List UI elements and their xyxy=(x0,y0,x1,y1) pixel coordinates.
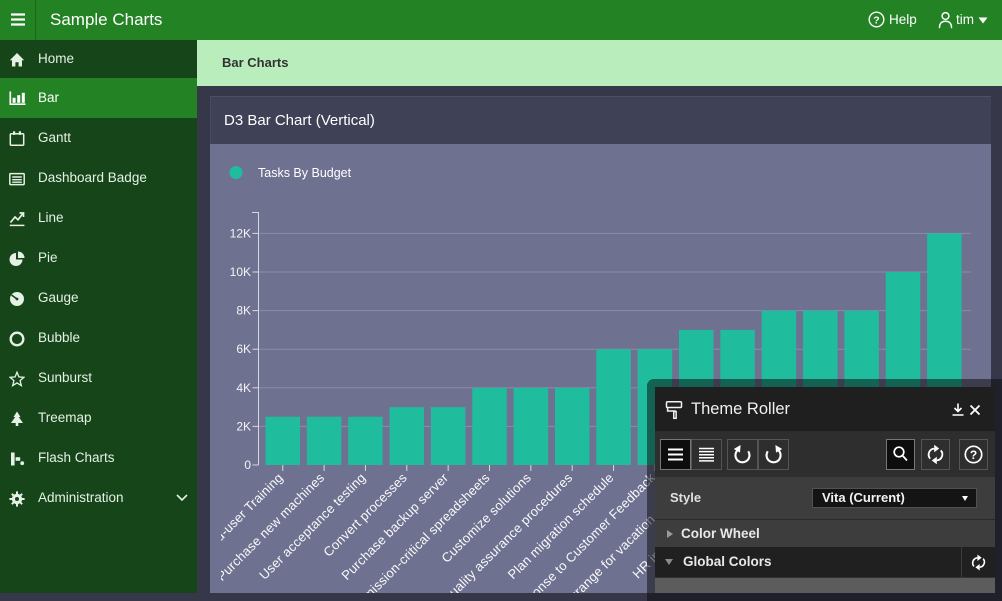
svg-text:Tasks By Budget: Tasks By Budget xyxy=(258,166,352,180)
svg-text:6K: 6K xyxy=(236,342,251,356)
svg-text:?: ? xyxy=(873,15,879,27)
svg-text:8K: 8K xyxy=(236,304,251,318)
svg-text:10K: 10K xyxy=(230,265,251,279)
svg-text:2K: 2K xyxy=(236,419,251,433)
svg-text:12K: 12K xyxy=(230,226,251,240)
svg-text:0: 0 xyxy=(244,458,251,472)
svg-text:?: ? xyxy=(970,448,977,462)
svg-text:4K: 4K xyxy=(236,381,251,395)
